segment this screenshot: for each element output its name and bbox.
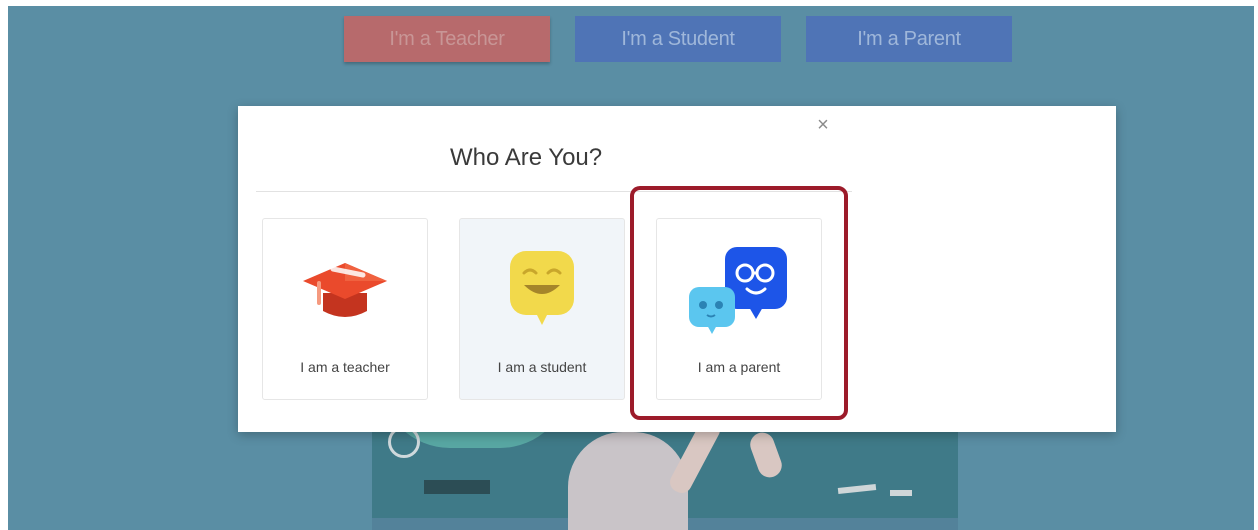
parent-card-label: I am a parent <box>697 359 781 375</box>
role-selection-modal: × Who Are You? I am a teacher I am a stu… <box>238 106 1116 432</box>
decorative-bar <box>424 480 490 494</box>
modal-title: Who Are You? <box>450 144 603 171</box>
teacher-card-label: I am a teacher <box>300 359 390 375</box>
parent-role-card[interactable]: I am a parent <box>656 218 822 400</box>
smiling-student-avatar-icon <box>510 251 574 325</box>
student-header-button[interactable]: I'm a Student <box>575 16 781 62</box>
student-role-card[interactable]: I am a student <box>459 218 625 400</box>
divider <box>256 191 852 192</box>
parent-and-child-avatars-icon <box>689 247 787 334</box>
chalk-piece <box>890 490 912 496</box>
graduation-cap-icon <box>303 263 387 317</box>
close-icon[interactable]: × <box>812 114 834 136</box>
parent-header-button[interactable]: I'm a Parent <box>806 16 1012 62</box>
teacher-header-button[interactable]: I'm a Teacher <box>344 16 550 62</box>
teacher-role-card[interactable]: I am a teacher <box>262 218 428 400</box>
student-card-label: I am a student <box>497 359 587 375</box>
